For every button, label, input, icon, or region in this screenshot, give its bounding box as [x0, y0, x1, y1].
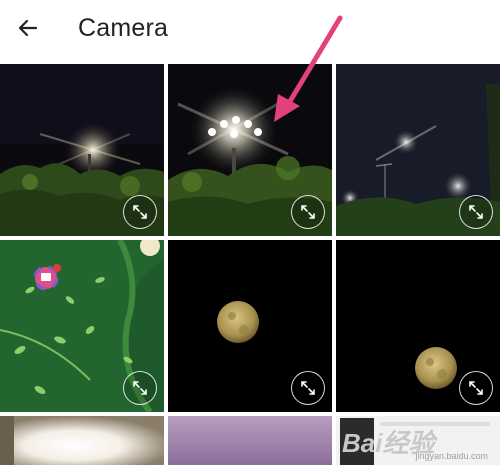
photo-tile[interactable]: [0, 240, 164, 412]
expand-icon: [469, 381, 483, 395]
expand-button[interactable]: [459, 195, 493, 229]
expand-button[interactable]: [291, 371, 325, 405]
watermark-domain: jingyan.baidu.com: [415, 451, 488, 461]
expand-button[interactable]: [123, 195, 157, 229]
annotation-arrow: [274, 15, 343, 122]
expand-icon: [469, 205, 483, 219]
expand-button[interactable]: [291, 195, 325, 229]
expand-icon: [133, 205, 147, 219]
photo-tile[interactable]: [336, 64, 500, 236]
photo-thumbnail: [0, 416, 164, 465]
photo-grid: [0, 64, 500, 465]
photo-thumbnail: [168, 416, 332, 465]
expand-button[interactable]: [459, 371, 493, 405]
back-button[interactable]: [12, 12, 44, 44]
arrow-left-icon: [18, 19, 38, 37]
photo-tile[interactable]: [0, 64, 164, 236]
photo-tile[interactable]: [168, 416, 332, 465]
photo-tile[interactable]: [336, 240, 500, 412]
expand-icon: [301, 205, 315, 219]
page-title: Camera: [78, 14, 169, 42]
photo-tile[interactable]: [0, 416, 164, 465]
top-app-bar: Camera: [0, 0, 500, 58]
watermark: Bai经验 jingyan.baidu.com: [342, 421, 492, 461]
expand-button[interactable]: [123, 371, 157, 405]
expand-icon: [301, 381, 315, 395]
expand-icon: [133, 381, 147, 395]
photo-tile[interactable]: [168, 240, 332, 412]
